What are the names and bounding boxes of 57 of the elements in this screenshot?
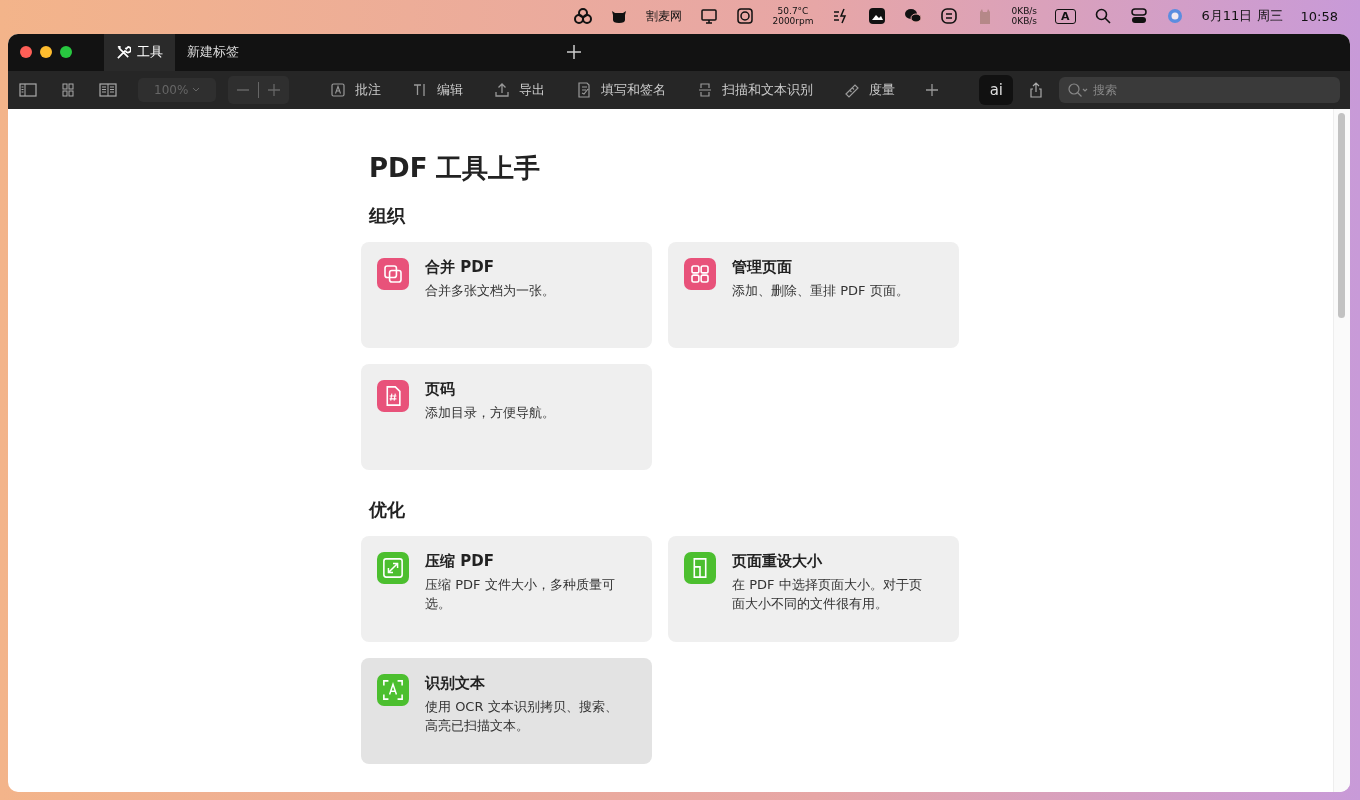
monitor-icon[interactable] xyxy=(700,7,719,25)
card-title: 合并 PDF xyxy=(425,258,495,277)
card-title: 管理页面 xyxy=(732,258,793,277)
toolbar-button[interactable]: 编辑 xyxy=(411,80,464,99)
network-speed: 0KB/s xyxy=(1011,6,1038,16)
menu-time[interactable]: 10:58 xyxy=(1300,8,1338,24)
chevron-down-icon xyxy=(192,86,201,93)
tool-card[interactable]: 识别文本 使用 OCR 文本识别拷贝、搜索、高亮已扫描文本。 xyxy=(361,658,652,764)
tab[interactable]: 工具 xyxy=(104,34,175,71)
text-box-icon xyxy=(329,80,348,99)
card-description: 添加目录，方便导航。 xyxy=(425,404,555,422)
orb-icon[interactable] xyxy=(1165,7,1184,25)
tool-card[interactable]: 页面重设大小 在 PDF 中选择页面大小。对于页面大小不同的文件很有用。 xyxy=(668,536,959,642)
control-center-icon[interactable] xyxy=(1129,7,1148,25)
search-field[interactable]: 搜索 xyxy=(1059,76,1340,103)
input-method-indicator[interactable]: A xyxy=(1055,8,1076,24)
card-description: 添加、删除、重排 PDF 页面。 xyxy=(732,282,909,300)
ai-button[interactable]: ai xyxy=(979,74,1014,105)
section-heading: 优化 xyxy=(369,498,406,522)
fan-reading: 50.7°C xyxy=(777,6,809,16)
toolbar-button[interactable]: 度量 xyxy=(843,80,896,99)
card-description: 压缩 PDF 文件大小，多种质量可选。 xyxy=(425,576,616,613)
tool-card[interactable]: 合并 PDF 合并多张文档为一张。 xyxy=(361,242,652,348)
tool-card[interactable]: 管理页面 添加、删除、重排 PDF 页面。 xyxy=(668,242,959,348)
chat-icon[interactable] xyxy=(903,7,922,25)
card-description: 使用 OCR 文本识别拷贝、搜索、高亮已扫描文本。 xyxy=(425,698,619,735)
toolbar-button[interactable]: 扫描和文本识别 xyxy=(696,80,814,99)
network-speed: 0KB/s xyxy=(1011,16,1038,26)
app-label[interactable]: 割麦网 xyxy=(646,7,683,25)
card-title: 页码 xyxy=(425,380,456,399)
zoom-button[interactable] xyxy=(60,46,72,59)
toolbar-button[interactable]: 批注 xyxy=(329,80,382,99)
search-icon[interactable] xyxy=(1093,7,1112,25)
card-description: 在 PDF 中选择页面大小。对于页面大小不同的文件很有用。 xyxy=(732,576,923,613)
tools-icon xyxy=(116,44,131,60)
page-title: PDF 工具上手 xyxy=(369,152,542,185)
card-title: 页面重设大小 xyxy=(732,552,823,571)
switch-icon[interactable] xyxy=(939,7,958,25)
tool-card[interactable]: 压缩 PDF 压缩 PDF 文件大小，多种质量可选。 xyxy=(361,536,652,642)
scrollbar-thumb[interactable] xyxy=(1338,113,1345,318)
fan-icon[interactable] xyxy=(736,7,755,25)
new-tab-plus-icon[interactable] xyxy=(566,44,582,61)
menu-date[interactable]: 6月11日 周三 xyxy=(1201,7,1283,25)
add-tool-plus-icon[interactable] xyxy=(925,82,940,97)
card-title: 压缩 PDF xyxy=(425,552,495,571)
photo-icon[interactable] xyxy=(867,7,886,25)
tab[interactable]: 新建标签 xyxy=(175,34,251,71)
card-title: 识别文本 xyxy=(425,674,486,693)
circles-icon[interactable] xyxy=(574,7,593,25)
section-heading: 组织 xyxy=(369,204,407,228)
toolbar-button[interactable]: 填写和签名 xyxy=(575,80,667,99)
minimize-button[interactable] xyxy=(40,46,52,59)
toolbar-button[interactable]: 导出 xyxy=(493,80,546,99)
close-button[interactable] xyxy=(20,46,32,59)
card-description: 合并多张文档为一张。 xyxy=(425,282,555,300)
fan-reading: 2000rpm xyxy=(772,16,814,26)
tool-card[interactable]: 页码 添加目录，方便导航。 xyxy=(361,364,652,470)
